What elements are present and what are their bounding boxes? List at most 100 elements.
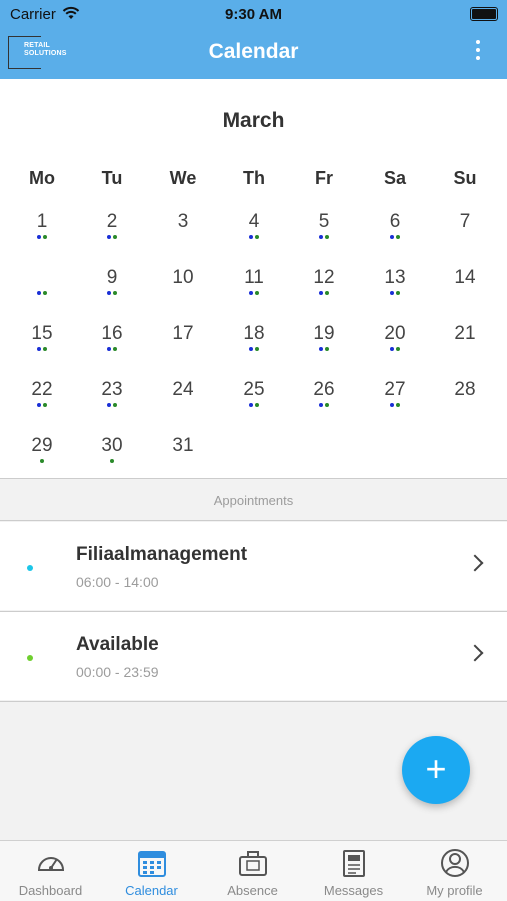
day-number[interactable]: 25 bbox=[219, 379, 289, 401]
day-number[interactable]: 7 bbox=[430, 211, 500, 233]
event-dot bbox=[319, 291, 323, 295]
day-number[interactable]: 16 bbox=[77, 323, 147, 345]
event-indicator-dots bbox=[148, 291, 218, 297]
event-indicator-dots bbox=[289, 235, 359, 241]
event-dot bbox=[255, 291, 259, 295]
event-indicator-dots bbox=[7, 459, 77, 465]
day-number[interactable]: 31 bbox=[148, 435, 218, 457]
battery-icon bbox=[470, 7, 498, 21]
event-dot bbox=[396, 235, 400, 239]
day-number[interactable]: 28 bbox=[430, 379, 500, 401]
event-indicator-dots bbox=[219, 347, 289, 353]
day-number[interactable]: 11 bbox=[219, 267, 289, 289]
event-dot bbox=[325, 291, 329, 295]
day-number[interactable]: 26 bbox=[289, 379, 359, 401]
event-dot bbox=[107, 291, 111, 295]
day-number[interactable]: 22 bbox=[7, 379, 77, 401]
tab-dashboard[interactable]: Dashboard bbox=[0, 841, 101, 901]
month-title: March bbox=[222, 109, 285, 132]
event-indicator-dots bbox=[219, 291, 289, 297]
clock: 9:30 AM bbox=[225, 6, 282, 23]
day-number[interactable]: 29 bbox=[7, 435, 77, 457]
event-indicator-dots bbox=[360, 403, 430, 409]
event-dot bbox=[43, 291, 47, 295]
event-dot bbox=[325, 347, 329, 351]
day-number[interactable]: 30 bbox=[77, 435, 147, 457]
event-dot bbox=[107, 347, 111, 351]
event-indicator-dots bbox=[289, 347, 359, 353]
appointment-time: 00:00 - 23:59 bbox=[76, 664, 159, 680]
tab-label: Absence bbox=[227, 883, 278, 898]
app-header: Carrier 9:30 AM RETAIL SOLUTIONS Calenda… bbox=[0, 0, 507, 79]
day-number[interactable]: 27 bbox=[360, 379, 430, 401]
divider bbox=[0, 478, 507, 479]
day-number[interactable]: 20 bbox=[360, 323, 430, 345]
day-number[interactable]: 4 bbox=[219, 211, 289, 233]
suitcase-icon bbox=[238, 848, 268, 878]
day-number[interactable]: 15 bbox=[7, 323, 77, 345]
event-indicator-dots bbox=[360, 291, 430, 297]
day-number[interactable]: 23 bbox=[77, 379, 147, 401]
appointment-row[interactable]: Filiaalmanagement 06:00 - 14:00 bbox=[0, 522, 507, 610]
day-number[interactable]: 21 bbox=[430, 323, 500, 345]
event-indicator-dots bbox=[77, 459, 147, 465]
appointment-title: Available bbox=[76, 634, 159, 655]
tab-messages[interactable]: Messages bbox=[303, 841, 404, 901]
event-indicator-dots bbox=[430, 403, 500, 409]
day-number[interactable]: 1 bbox=[7, 211, 77, 233]
event-dot bbox=[325, 403, 329, 407]
event-indicator-dots bbox=[289, 291, 359, 297]
event-indicator-dots bbox=[77, 347, 147, 353]
month-calendar: March Mo Tu We Th Fr Sa Su 1 2 3 4 5 6 7 9 10 11 12 13 14 1… bbox=[0, 79, 507, 479]
event-indicator-dots bbox=[77, 235, 147, 241]
event-dot bbox=[43, 403, 47, 407]
event-indicator-dots bbox=[148, 235, 218, 241]
gauge-icon bbox=[36, 848, 66, 878]
day-number[interactable]: 14 bbox=[430, 267, 500, 289]
event-indicator-dots bbox=[360, 235, 430, 241]
event-dot bbox=[319, 235, 323, 239]
day-number[interactable]: 2 bbox=[77, 211, 147, 233]
day-number[interactable]: 10 bbox=[148, 267, 218, 289]
day-number[interactable]: 13 bbox=[360, 267, 430, 289]
tab-absence[interactable]: Absence bbox=[202, 841, 303, 901]
tab-calendar[interactable]: Calendar bbox=[101, 841, 202, 901]
day-number[interactable]: 9 bbox=[77, 267, 147, 289]
day-number[interactable]: 12 bbox=[289, 267, 359, 289]
day-number[interactable]: 6 bbox=[360, 211, 430, 233]
page-title: Calendar bbox=[208, 40, 299, 63]
day-number[interactable]: 5 bbox=[289, 211, 359, 233]
day-number[interactable]: 18 bbox=[219, 323, 289, 345]
event-indicator-dots bbox=[7, 403, 77, 409]
appointment-color-dot bbox=[27, 655, 33, 661]
tab-my-profile[interactable]: My profile bbox=[404, 841, 505, 901]
event-indicator-dots bbox=[430, 235, 500, 241]
appointment-row[interactable]: Available 00:00 - 23:59 bbox=[0, 612, 507, 700]
weekday-header: Tu bbox=[101, 168, 123, 188]
event-indicator-dots bbox=[219, 235, 289, 241]
event-dot bbox=[390, 403, 394, 407]
event-dot bbox=[390, 235, 394, 239]
event-dot bbox=[110, 459, 114, 463]
event-indicator-dots bbox=[430, 291, 500, 297]
tab-label: Messages bbox=[323, 883, 384, 898]
event-dot bbox=[396, 403, 400, 407]
status-bar: Carrier 9:30 AM bbox=[0, 0, 507, 30]
day-number[interactable]: 19 bbox=[289, 323, 359, 345]
event-dot bbox=[37, 235, 41, 239]
divider bbox=[0, 701, 507, 702]
more-menu-icon[interactable] bbox=[473, 40, 483, 64]
day-number[interactable]: 3 bbox=[148, 211, 218, 233]
event-dot bbox=[37, 347, 41, 351]
day-number[interactable]: 24 bbox=[148, 379, 218, 401]
event-dot bbox=[319, 347, 323, 351]
chevron-right-icon bbox=[466, 554, 484, 572]
event-dot bbox=[107, 403, 111, 407]
add-appointment-button[interactable]: + bbox=[402, 736, 470, 804]
day-number[interactable]: 17 bbox=[148, 323, 218, 345]
tab-label: Dashboard bbox=[18, 883, 83, 898]
event-dot bbox=[255, 347, 259, 351]
event-indicator-dots bbox=[77, 403, 147, 409]
event-indicator-dots bbox=[219, 403, 289, 409]
tab-label: Calendar bbox=[125, 883, 178, 898]
